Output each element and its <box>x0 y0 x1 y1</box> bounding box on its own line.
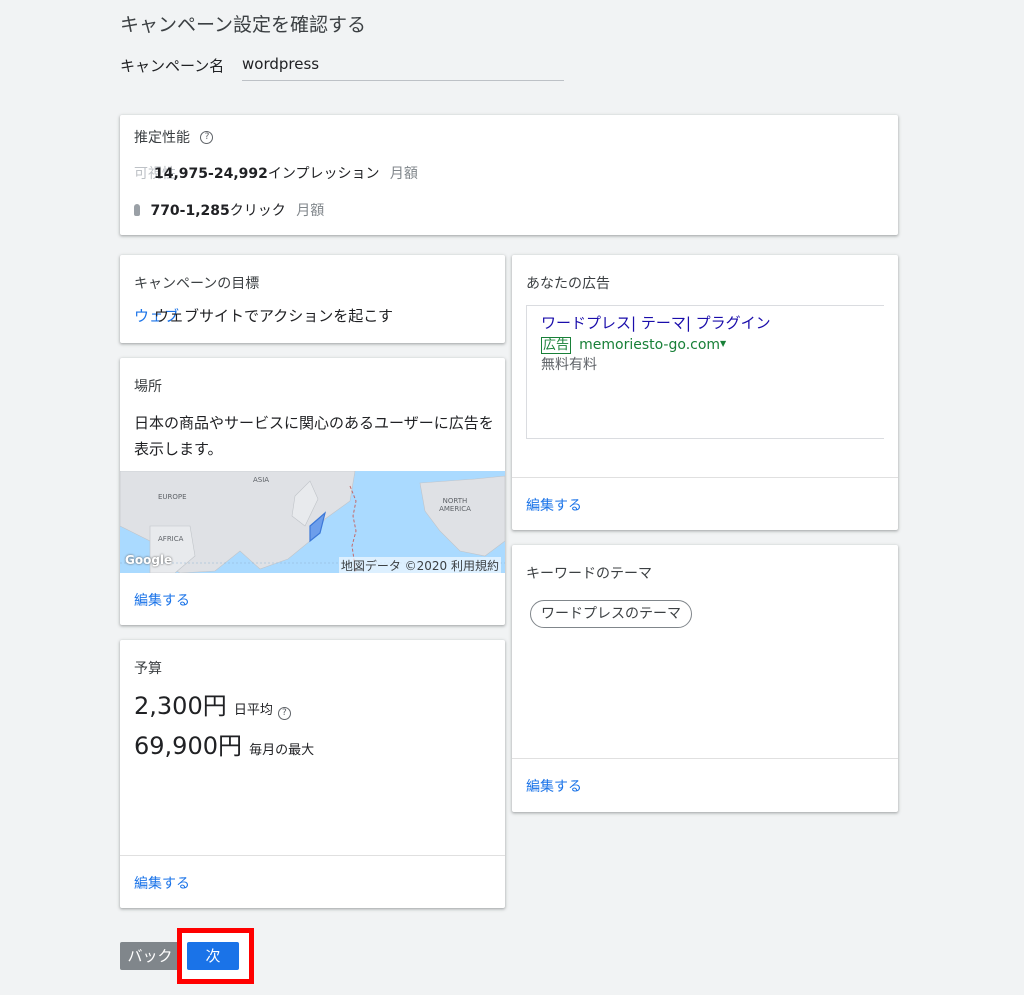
location-card: 場所 日本の商品やサービスに関心のあるユーザーに広告を表示します。 ASIA E… <box>120 358 505 625</box>
impressions-period: 月額 <box>389 166 418 182</box>
keywords-divider <box>512 758 898 759</box>
next-button[interactable]: 次 <box>187 942 239 970</box>
keywords-title: キーワードのテーマ <box>526 566 652 582</box>
goal-value-row: ウェブ ウェブサイトでアクションを起こす <box>134 305 393 326</box>
google-logo: Google <box>125 553 173 567</box>
ad-title: あなたの広告 <box>526 276 610 292</box>
clicks-period: 月額 <box>296 203 325 219</box>
performance-card: 推定性能 ? 可視性 14,975-24,992インプレッション 月額 770-… <box>120 115 898 235</box>
clicks-row: 770-1,285クリック 月額 <box>134 200 324 220</box>
budget-monthly-amount: 69,900円 <box>134 732 242 760</box>
clicks-unit: クリック <box>229 203 286 219</box>
budget-daily-label: 日平均 <box>233 703 273 718</box>
performance-title: 推定性能 <box>134 130 190 146</box>
keyword-chip[interactable]: ワードプレスのテーマ <box>530 600 692 628</box>
page-title: キャンペーン設定を確認する <box>120 14 367 36</box>
impressions-row: 可視性 14,975-24,992インプレッション 月額 <box>134 163 418 183</box>
ad-card: あなたの広告 ワードプレス| テーマ| プラグイン 広告 memoriesto-… <box>512 255 898 530</box>
back-button[interactable]: バック <box>120 942 180 970</box>
keywords-edit-link[interactable]: 編集する <box>526 776 582 796</box>
map-attribution[interactable]: 地図データ ©2020 利用規約 <box>338 557 501 573</box>
map-label-europe: EUROPE <box>158 493 187 501</box>
clicks-range: 770-1,285 <box>150 203 230 219</box>
map-label-asia: ASIA <box>253 476 270 484</box>
location-map[interactable]: ASIA EUROPE AFRICA NORTH AMERICA Google … <box>120 471 505 573</box>
goal-card: キャンペーンの目標 ウェブ ウェブサイトでアクションを起こす <box>120 255 505 343</box>
budget-card: 予算 2,300円 日平均 ? 69,900円 毎月の最大 編集する <box>120 640 505 908</box>
goal-title: キャンペーンの目標 <box>134 276 260 292</box>
budget-divider <box>120 855 505 856</box>
impressions-unit: インプレッション <box>267 166 380 182</box>
ad-badge: 広告 <box>541 337 572 354</box>
location-title: 場所 <box>134 379 162 395</box>
location-edit-link[interactable]: 編集する <box>134 590 190 610</box>
budget-monthly-row: 69,900円 毎月の最大 <box>134 726 314 761</box>
ad-url: memoriesto-go.com <box>579 337 721 353</box>
budget-monthly-label: 毎月の最大 <box>249 743 315 758</box>
help-icon[interactable]: ? <box>277 707 291 720</box>
ad-description: 無料有料 <box>541 357 597 373</box>
budget-edit-link[interactable]: 編集する <box>134 873 190 893</box>
campaign-name-field[interactable]: wordpress <box>242 50 564 81</box>
cursor-icon <box>134 204 140 216</box>
goal-value: ウェブサイトでアクションを起こす <box>154 307 393 325</box>
ad-divider <box>512 477 898 478</box>
budget-title: 予算 <box>134 661 162 677</box>
campaign-name-value: wordpress <box>242 55 320 73</box>
dropdown-arrow-icon: ▼ <box>720 339 727 348</box>
campaign-name-label: キャンペーン名 <box>120 57 225 75</box>
location-description: 日本の商品やサービスに関心のあるユーザーに広告を表示します。 <box>134 414 494 458</box>
keywords-card: キーワードのテーマ ワードプレスのテーマ 編集する <box>512 545 898 812</box>
budget-daily-amount: 2,300円 <box>134 692 227 720</box>
impressions-range: 14,975-24,992 <box>154 166 268 182</box>
ad-edit-link[interactable]: 編集する <box>526 495 582 515</box>
map-label-north-america: NORTH AMERICA <box>439 497 471 513</box>
budget-daily-row: 2,300円 日平均 ? <box>134 686 291 721</box>
ad-headline[interactable]: ワードプレス| テーマ| プラグイン <box>541 312 771 333</box>
ad-preview: ワードプレス| テーマ| プラグイン 広告 memoriesto-go.com▼… <box>526 305 884 439</box>
help-icon[interactable]: ? <box>200 131 214 144</box>
ad-url-row: 広告 memoriesto-go.com▼ <box>541 334 727 354</box>
map-label-africa: AFRICA <box>158 535 184 543</box>
